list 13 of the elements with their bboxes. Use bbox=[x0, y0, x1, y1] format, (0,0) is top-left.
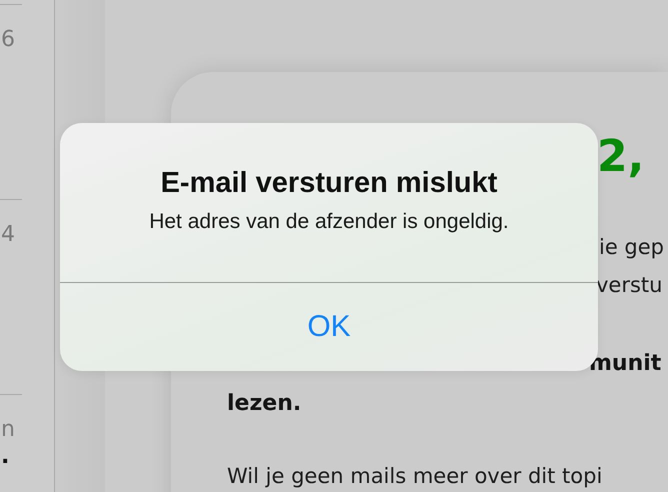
alert-message: Het adres van de afzender is ongeldig. bbox=[149, 210, 509, 234]
sidebar-text: 6 bbox=[1, 27, 15, 52]
alert-title: E-mail versturen mislukt bbox=[160, 167, 498, 200]
post-heading: 2, bbox=[597, 132, 646, 182]
post-text: Wil je geen mails meer over dit topi bbox=[227, 463, 604, 490]
sidebar-text: n bbox=[1, 417, 15, 442]
ok-button[interactable]: OK bbox=[287, 306, 371, 348]
post-bold-text: lezen. bbox=[227, 390, 302, 418]
sidebar-text: . bbox=[1, 444, 10, 469]
sidebar-text: 4 bbox=[1, 222, 15, 247]
post-bold-text: munit bbox=[589, 350, 662, 378]
post-text: verstu bbox=[596, 272, 664, 299]
post-text: ie gep bbox=[599, 234, 666, 261]
